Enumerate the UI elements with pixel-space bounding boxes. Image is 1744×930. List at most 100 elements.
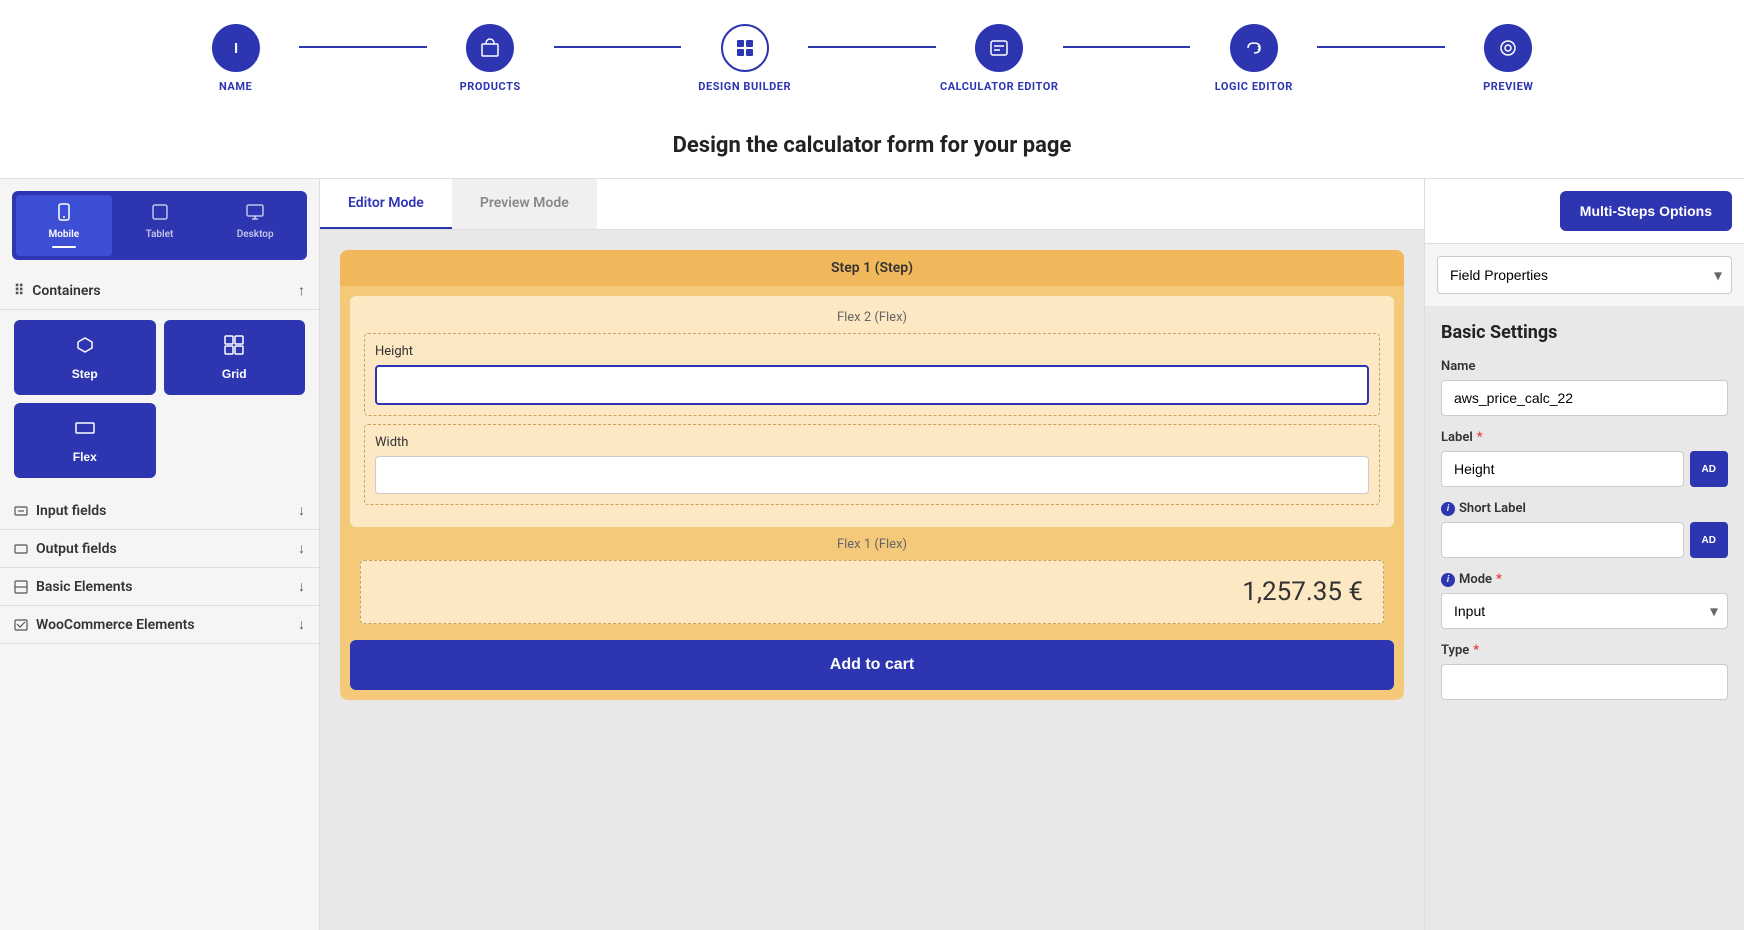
bs-label-input[interactable] <box>1441 451 1684 487</box>
device-tab-tablet[interactable]: Tablet <box>112 195 208 256</box>
bs-name-label: Name <box>1441 359 1728 374</box>
tab-editor-mode[interactable]: Editor Mode <box>320 179 452 229</box>
left-sidebar: Mobile Tablet Desktop ⠿ Containers <box>0 179 320 930</box>
bs-name-group: Name <box>1441 359 1728 416</box>
basic-elements-arrow-icon: ↓ <box>298 578 305 595</box>
containers-label: Containers <box>32 283 100 299</box>
step-preview[interactable]: PREVIEW <box>1445 24 1572 93</box>
height-field-group: Height <box>364 333 1380 416</box>
device-tabs: Mobile Tablet Desktop <box>12 191 307 260</box>
woocommerce-elements-icon <box>14 617 28 633</box>
step-btn-icon <box>74 334 96 361</box>
width-input[interactable] <box>375 456 1369 494</box>
editor-mode-label: Editor Mode <box>348 195 424 211</box>
bs-mode-group: i Mode * Input Output Hidden ▾ <box>1441 572 1728 629</box>
step-logic-editor[interactable]: LOGIC EDITOR <box>1190 24 1317 93</box>
bs-short-label-input-row: AD <box>1441 522 1728 558</box>
width-field-label: Width <box>375 435 1369 450</box>
canvas-area: Editor Mode Preview Mode Step 1 (Step) F… <box>320 179 1424 930</box>
multi-steps-label: Multi-Steps Options <box>1580 203 1712 219</box>
add-to-cart-label: Add to cart <box>830 656 914 673</box>
step-line-1 <box>299 46 426 48</box>
flex-btn-icon <box>74 417 96 444</box>
canvas-header: Editor Mode Preview Mode <box>320 179 1424 230</box>
bs-short-label-label: i Short Label <box>1441 501 1728 516</box>
woocommerce-elements-label: WooCommerce Elements <box>36 617 195 633</box>
bs-short-label-ad-icon: AD <box>1702 535 1716 546</box>
bs-short-label-group: i Short Label AD <box>1441 501 1728 558</box>
output-display: 1,257.35 € <box>360 560 1384 624</box>
flex1-label: Flex 1 (Flex) <box>350 537 1394 552</box>
device-tab-desktop[interactable]: Desktop <box>207 195 303 256</box>
grid-container-btn[interactable]: Grid <box>164 320 306 395</box>
bs-name-input[interactable] <box>1441 380 1728 416</box>
height-field-label: Height <box>375 344 1369 359</box>
step-products[interactable]: PRODUCTS <box>427 24 554 93</box>
multi-steps-button[interactable]: Multi-Steps Options <box>1560 191 1732 231</box>
step-label-design-builder: DESIGN BUILDER <box>698 80 791 93</box>
step-label-calculator-editor: CALCULATOR EDITOR <box>940 80 1059 93</box>
page-title: Design the calculator form for your page <box>0 133 1744 158</box>
containers-icon: ⠿ <box>14 283 24 299</box>
output-fields-section[interactable]: Output fields ↓ <box>0 530 319 568</box>
woocommerce-elements-arrow-icon: ↓ <box>298 616 305 633</box>
containers-section-header[interactable]: ⠿ Containers ↑ <box>0 272 319 310</box>
step-calculator-editor[interactable]: CALCULATOR EDITOR <box>936 24 1063 93</box>
mobile-icon <box>55 203 73 225</box>
step-circle-name: I <box>212 24 260 72</box>
canvas-content: Step 1 (Step) Flex 2 (Flex) Height Width <box>320 230 1424 930</box>
woocommerce-elements-section[interactable]: WooCommerce Elements ↓ <box>0 606 319 644</box>
bs-short-label-input[interactable] <box>1441 522 1684 558</box>
bs-name-label-text: Name <box>1441 359 1475 374</box>
bs-label-ad-button[interactable]: AD <box>1690 451 1728 487</box>
step-design-builder[interactable]: DESIGN BUILDER <box>681 24 808 93</box>
right-panel: Multi-Steps Options Field Properties Con… <box>1424 179 1744 930</box>
bs-label-ad-icon: AD <box>1702 464 1716 475</box>
input-fields-section[interactable]: Input fields ↓ <box>0 492 319 530</box>
flex-btn-label: Flex <box>73 450 97 464</box>
tab-preview-mode[interactable]: Preview Mode <box>452 179 597 229</box>
tablet-icon <box>151 203 169 225</box>
input-fields-title: Input fields <box>14 503 106 519</box>
step-line-5 <box>1317 46 1444 48</box>
bs-short-label-ad-button[interactable]: AD <box>1690 522 1728 558</box>
bs-type-input[interactable] <box>1441 664 1728 700</box>
calc-step-label: Step 1 (Step) <box>831 260 913 276</box>
bs-label-input-row: AD <box>1441 451 1728 487</box>
bs-type-label-text: Type <box>1441 643 1469 658</box>
device-tab-mobile[interactable]: Mobile <box>16 195 112 256</box>
flex2-section: Flex 2 (Flex) Height Width <box>350 296 1394 527</box>
basic-elements-icon <box>14 579 28 595</box>
main-layout: Mobile Tablet Desktop ⠿ Containers <box>0 179 1744 930</box>
step-circle-logic-editor <box>1230 24 1278 72</box>
containers-grid: Step Grid Flex <box>0 310 319 492</box>
right-panel-top: Multi-Steps Options <box>1425 179 1744 244</box>
svg-text:I: I <box>234 41 238 57</box>
step-container-btn[interactable]: Step <box>14 320 156 395</box>
basic-settings-panel: Basic Settings Name Label * AD <box>1425 306 1744 930</box>
grid-btn-icon <box>223 334 245 361</box>
field-properties-select[interactable]: Field Properties Container Properties St… <box>1437 256 1732 294</box>
step-btn-label: Step <box>72 367 98 381</box>
step-circle-design-builder <box>721 24 769 72</box>
mobile-tab-label: Mobile <box>49 229 80 240</box>
add-to-cart-button[interactable]: Add to cart <box>350 640 1394 690</box>
step-line-2 <box>554 46 681 48</box>
height-input[interactable] <box>375 365 1369 405</box>
containers-title: ⠿ Containers <box>14 283 101 299</box>
width-field-group: Width <box>364 424 1380 505</box>
step-circle-preview <box>1484 24 1532 72</box>
flex2-label: Flex 2 (Flex) <box>364 310 1380 325</box>
grid-btn-label: Grid <box>222 367 247 381</box>
basic-elements-label: Basic Elements <box>36 579 133 595</box>
page-title-section: Design the calculator form for your page <box>0 109 1744 179</box>
step-label-name: NAME <box>219 80 252 93</box>
containers-arrow-icon: ↑ <box>298 282 305 299</box>
calc-step-header: Step 1 (Step) <box>340 250 1404 286</box>
flex-container-btn[interactable]: Flex <box>14 403 156 478</box>
short-label-info-icon: i <box>1441 502 1455 516</box>
basic-elements-section[interactable]: Basic Elements ↓ <box>0 568 319 606</box>
step-name[interactable]: I NAME <box>172 24 299 93</box>
output-fields-title: Output fields <box>14 541 117 557</box>
bs-mode-select[interactable]: Input Output Hidden <box>1441 593 1728 629</box>
